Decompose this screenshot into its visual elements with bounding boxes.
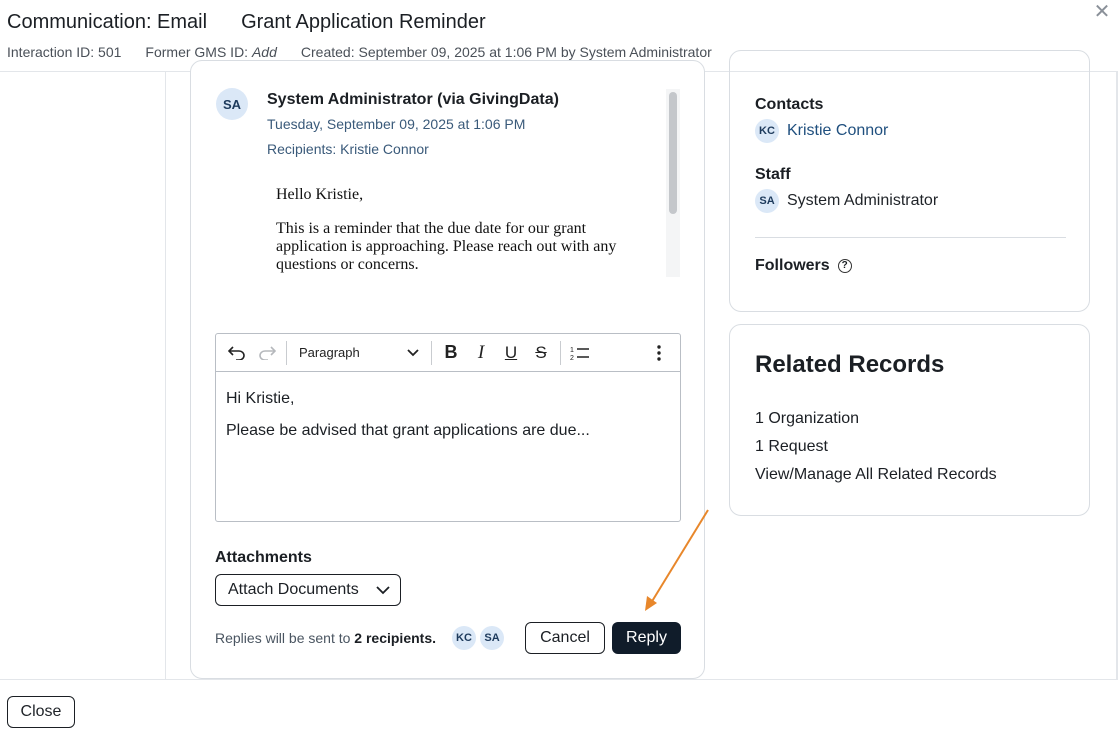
editor-content-area[interactable]: Hi Kristie, Please be advised that grant…: [216, 372, 680, 472]
replies-note: Replies will be sent to 2 recipients.: [215, 630, 436, 646]
communication-type-title: Communication: Email: [7, 11, 208, 33]
left-gutter-divider: [165, 72, 166, 679]
title-row: Communication: Email Grant Application R…: [7, 11, 486, 34]
avatar: KC: [452, 626, 476, 650]
toolbar-divider: [431, 340, 432, 365]
footer-divider: [0, 679, 1118, 680]
message-body: Hello Kristie, This is a reminder that t…: [276, 186, 656, 278]
related-organizations: 1 Organization: [755, 410, 860, 427]
block-format-select[interactable]: Paragraph: [291, 338, 427, 368]
avatar: SA: [216, 88, 248, 120]
editor-line: Hi Kristie,: [226, 390, 295, 407]
svg-text:1: 1: [570, 347, 574, 354]
bold-icon[interactable]: B: [436, 338, 466, 368]
strikethrough-icon[interactable]: S: [526, 338, 556, 368]
chevron-down-icon: [376, 586, 390, 595]
avatar: KC: [755, 119, 779, 143]
email-thread-card: SA System Administrator (via GivingData)…: [190, 60, 705, 679]
former-gms-add-link[interactable]: Add: [252, 44, 277, 60]
help-icon[interactable]: ?: [837, 258, 852, 273]
contacts-label: Contacts: [755, 96, 824, 113]
more-options-icon[interactable]: [644, 338, 674, 368]
replies-note-count: 2 recipients.: [354, 630, 436, 646]
contact-link[interactable]: Kristie Connor: [787, 122, 888, 140]
message-text: This is a reminder that the due date for…: [276, 220, 617, 273]
block-format-value: Paragraph: [299, 345, 360, 360]
subject-title: Grant Application Reminder: [241, 11, 486, 33]
manage-related-records-link[interactable]: View/Manage All Related Records: [755, 466, 997, 484]
avatar: SA: [480, 626, 504, 650]
people-card: Contacts KC Kristie Connor Staff SA Syst…: [729, 50, 1090, 312]
close-button[interactable]: Close: [7, 696, 75, 728]
italic-icon[interactable]: I: [466, 338, 496, 368]
staff-label: Staff: [755, 166, 791, 183]
staff-row: SA System Administrator: [755, 189, 938, 213]
toolbar-divider: [286, 340, 287, 365]
redo-icon[interactable]: [252, 338, 282, 368]
message-sender: System Administrator (via GivingData): [267, 91, 559, 108]
scrollbar-thumb[interactable]: [669, 92, 677, 214]
contact-row: KC Kristie Connor: [755, 119, 888, 143]
created-info: Created: September 09, 2025 at 1:06 PM b…: [300, 44, 712, 60]
underline-icon[interactable]: U: [496, 338, 526, 368]
message-recipients: Recipients: Kristie Connor: [267, 141, 429, 157]
message-scrollbar[interactable]: [666, 89, 680, 277]
former-gms-id: Former GMS ID: Add: [145, 44, 276, 60]
reply-button[interactable]: Reply: [612, 622, 681, 654]
related-records-title: Related Records: [755, 351, 945, 378]
interaction-id: Interaction ID: 501: [7, 44, 122, 60]
attach-documents-label: Attach Documents: [228, 581, 359, 598]
editor-toolbar: Paragraph B I U S 12: [216, 334, 680, 372]
message-date: Tuesday, September 09, 2025 at 1:06 PM: [267, 116, 526, 132]
attach-documents-button[interactable]: Attach Documents: [215, 574, 401, 606]
followers-label-row: Followers?: [755, 257, 852, 275]
reply-editor: Paragraph B I U S 12 Hi Kristie, Please …: [215, 333, 681, 522]
undo-icon[interactable]: [222, 338, 252, 368]
editor-line: Please be advised that grant application…: [226, 422, 590, 439]
replies-note-prefix: Replies will be sent to: [215, 630, 355, 646]
chevron-down-icon: [407, 348, 419, 356]
avatar: SA: [755, 189, 779, 213]
staff-name: System Administrator: [787, 192, 939, 209]
related-requests: 1 Request: [755, 438, 828, 455]
attachments-label: Attachments: [215, 549, 312, 566]
message-greeting: Hello Kristie,: [276, 186, 364, 203]
close-icon[interactable]: ✕: [1092, 2, 1112, 22]
former-gms-label: Former GMS ID:: [145, 44, 249, 60]
meta-row: Interaction ID: 501 Former GMS ID: Add C…: [7, 44, 712, 60]
cancel-button[interactable]: Cancel: [525, 622, 605, 654]
followers-label: Followers: [755, 257, 830, 274]
numbered-list-icon[interactable]: 12: [565, 338, 595, 368]
svg-text:2: 2: [570, 355, 574, 361]
related-records-card: Related Records 1 Organization 1 Request…: [729, 324, 1090, 516]
toolbar-divider: [560, 340, 561, 365]
section-divider: [755, 237, 1066, 238]
